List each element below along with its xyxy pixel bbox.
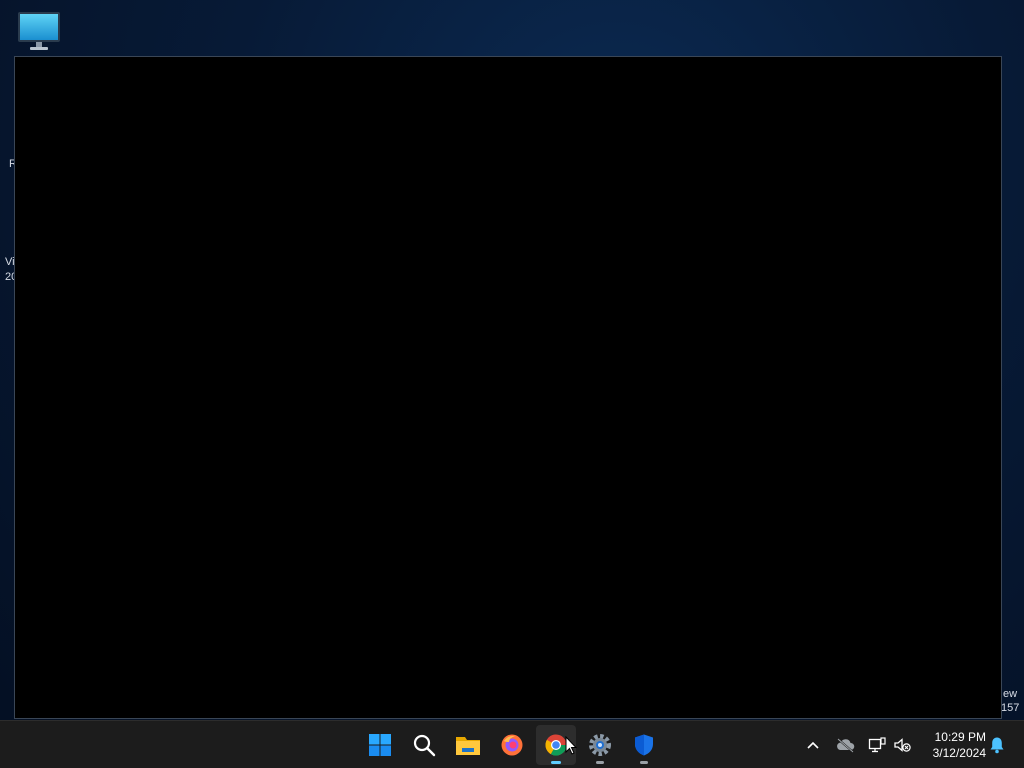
- clock-time: 10:29 PM: [934, 730, 986, 744]
- monitor-icon: [18, 12, 60, 50]
- mouse-pointer: [565, 735, 578, 760]
- start-button[interactable]: [360, 725, 400, 765]
- firefox-button[interactable]: [492, 725, 532, 765]
- chevron-up-icon: [807, 741, 819, 749]
- search-button[interactable]: [404, 725, 444, 765]
- gear-icon: [589, 734, 611, 756]
- search-icon: [413, 734, 436, 757]
- running-indicator: [640, 761, 648, 764]
- desktop: R Vi 20 ew 157: [0, 0, 1024, 720]
- clock[interactable]: 10:29 PM 3/12/2024: [920, 729, 986, 761]
- taskbar: 10:29 PM 3/12/2024: [0, 720, 1024, 768]
- network-icon: [868, 737, 886, 753]
- firefox-icon: [501, 734, 523, 756]
- running-indicator: [596, 761, 604, 764]
- defender-button[interactable]: [624, 725, 664, 765]
- cloud-offline-icon: [837, 738, 855, 753]
- volume-button[interactable]: [890, 733, 914, 757]
- shield-icon: [635, 734, 653, 756]
- settings-button[interactable]: [580, 725, 620, 765]
- show-hidden-icons-button[interactable]: [801, 733, 825, 757]
- desktop-edge-label: ew: [1003, 688, 1018, 700]
- cursor-arrow-icon: [565, 735, 578, 755]
- volume-muted-icon: [894, 738, 911, 752]
- windows-logo-icon: [369, 734, 391, 756]
- this-pc-desktop-icon[interactable]: [16, 10, 62, 52]
- running-indicator: [551, 761, 561, 764]
- onedrive-button[interactable]: [833, 733, 857, 757]
- bell-icon: [990, 737, 1004, 754]
- desktop-edge-label: 157: [1001, 702, 1020, 714]
- folder-icon: [456, 737, 480, 755]
- black-app-window[interactable]: [14, 56, 1002, 719]
- clock-date: 3/12/2024: [932, 746, 986, 760]
- network-button[interactable]: [865, 733, 889, 757]
- file-explorer-button[interactable]: [448, 725, 488, 765]
- notifications-button[interactable]: [985, 733, 1009, 757]
